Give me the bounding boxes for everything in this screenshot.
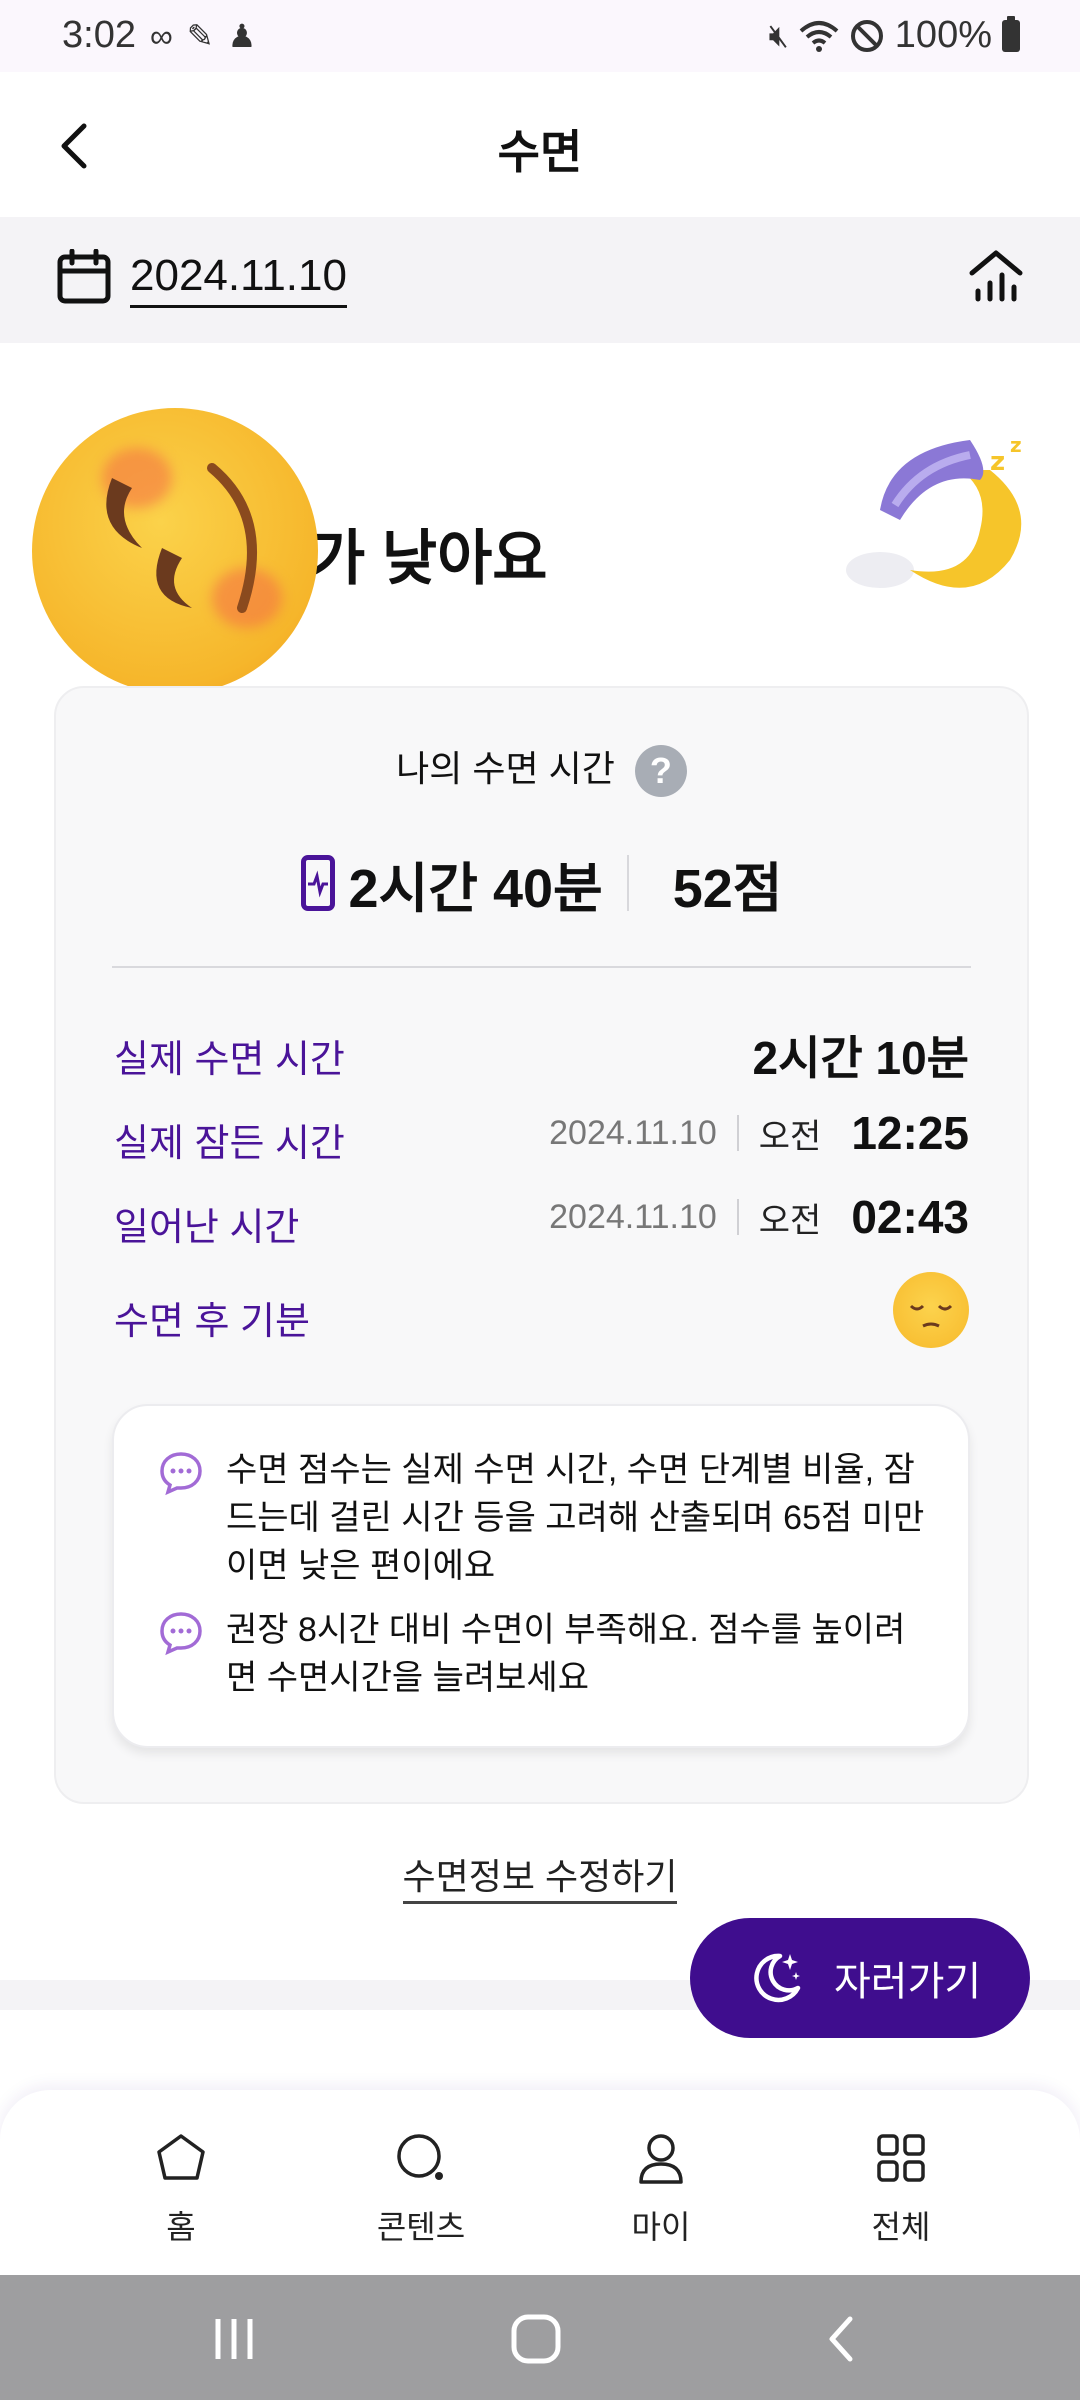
nav-my[interactable]: 마이 [586, 2130, 736, 2248]
sleeping-moon-illustration: z z [846, 433, 1022, 588]
total-sleep-duration: 2시간 40분 [348, 858, 603, 919]
wake-up-value: 2024.11.10 오전 02:43 [549, 1190, 969, 1244]
svg-text:z: z [1010, 433, 1022, 457]
row-time: 02:43 [851, 1191, 969, 1243]
app-notification-icon: ♟ [227, 18, 257, 54]
row-time: 12:25 [851, 1107, 969, 1159]
date-selector[interactable]: 2024.11.10 [130, 251, 347, 308]
battery-icon [1002, 15, 1020, 52]
nav-label: 마이 [631, 2209, 691, 2245]
sleepy-face-icon [893, 1272, 969, 1348]
row-ampm: 오전 [758, 1117, 822, 1156]
status-bar: 3:02 ∞ ✎ ♟ 🔇︎ 100% [0, 0, 1080, 72]
nav-contents[interactable]: 콘텐츠 [346, 2130, 496, 2248]
edit-sleep-info-text[interactable]: 수면정보 수정하기 [402, 1856, 678, 1904]
phone-tracking-icon [300, 855, 335, 911]
divider [112, 966, 971, 968]
grid-icon [877, 2134, 925, 2182]
status-system-icons: 🔇︎ 100% [769, 14, 1020, 57]
divider [626, 855, 629, 911]
row-date: 2024.11.10 [549, 1197, 717, 1236]
row-date: 2024.11.10 [549, 1113, 717, 1152]
divider [736, 1115, 739, 1151]
divider [736, 1199, 739, 1235]
sleep-score: 52점 [672, 858, 783, 919]
home-icon [157, 2134, 205, 2180]
fell-asleep-row: 실제 잠든 시간 2024.11.10 오전 12:25 [114, 1098, 969, 1168]
nav-label: 홈 [166, 2209, 196, 2245]
card-title: 나의 수면 시간 ? [56, 740, 1027, 798]
mute-icon: 🔇︎ [768, 16, 789, 53]
person-icon [639, 2134, 683, 2184]
status-notification-icons: ∞ ✎ ♟ [150, 16, 256, 56]
tip-text: 수면 점수는 실제 수면 시간, 수면 단계별 비율, 잠드는데 걸린 시간 등… [226, 1451, 925, 1585]
battery-percent: 100% [894, 14, 992, 56]
nav-label: 콘텐츠 [376, 2209, 466, 2245]
system-navigation-bar [0, 2275, 1080, 2400]
edit-sleep-info-link: 수면정보 수정하기 [0, 1848, 1080, 1904]
svg-text:z: z [990, 447, 1005, 477]
sleep-summary-card: 나의 수면 시간 ? 2시간 40분 52점 실제 수면 시간 2시간 10분 … [54, 686, 1029, 1804]
app-notification-icon: ✎ [186, 18, 214, 54]
nav-all[interactable]: 전체 [826, 2130, 976, 2248]
actual-sleep-value: 2시간 10분 [752, 1032, 970, 1084]
app-bar: 수면 [0, 72, 1080, 217]
wake-up-row: 일어난 시간 2024.11.10 오전 02:43 [114, 1182, 969, 1252]
chat-bubble-icon [160, 1452, 202, 1496]
do-not-disturb-icon [850, 19, 883, 52]
chat-bubble-icon [160, 1612, 202, 1656]
infinity-icon: ∞ [150, 18, 173, 54]
search-icon [397, 2134, 443, 2180]
sleep-tips-box: 수면 점수는 실제 수면 시간, 수면 단계별 비율, 잠드는데 걸린 시간 등… [112, 1404, 970, 1748]
row-label: 수면 후 기분 [114, 1301, 310, 1343]
bottom-navigation: 홈 콘텐츠 마이 전체 [0, 2090, 1080, 2275]
go-to-sleep-label: 자러가기 [834, 1960, 982, 2004]
tip-item: 권장 8시간 대비 수면이 부족해요. 점수를 높이려면 수면시간을 늘려보세요 [158, 1606, 928, 1702]
actual-sleep-row: 실제 수면 시간 2시간 10분 [114, 1014, 969, 1084]
page-title: 수면 [497, 126, 583, 178]
wifi-icon [799, 20, 839, 52]
calendar-icon[interactable] [56, 249, 112, 305]
date-bar: 2024.11.10 [0, 217, 1080, 343]
recent-apps-button[interactable] [204, 2309, 264, 2369]
tip-text: 권장 8시간 대비 수면이 부족해요. 점수를 높이려면 수면시간을 늘려보세요 [226, 1611, 906, 1697]
row-label: 실제 수면 시간 [114, 1039, 345, 1081]
row-label: 실제 잠든 시간 [114, 1123, 345, 1165]
status-time: 3:02 [62, 14, 136, 56]
nav-label: 전체 [871, 2209, 931, 2245]
stats-icon[interactable] [968, 247, 1024, 307]
sleeping-face-icon [32, 408, 318, 694]
home-button[interactable] [506, 2309, 566, 2369]
mood-row: 수면 후 기분 [114, 1272, 969, 1348]
fell-asleep-value: 2024.11.10 오전 12:25 [549, 1106, 969, 1160]
nav-home[interactable]: 홈 [106, 2130, 256, 2248]
card-title-text: 나의 수면 시간 [396, 748, 615, 789]
row-label: 일어난 시간 [114, 1207, 300, 1249]
row-ampm: 오전 [758, 1201, 822, 1240]
moon-stars-icon [754, 1953, 801, 2003]
help-icon[interactable]: ? [634, 745, 687, 798]
go-to-sleep-button[interactable]: 자러가기 [690, 1918, 1030, 2038]
back-nav-button[interactable] [812, 2309, 872, 2369]
sleep-summary: 2시간 40분 52점 [56, 848, 1027, 919]
tip-item: 수면 점수는 실제 수면 시간, 수면 단계별 비율, 잠드는데 걸린 시간 등… [158, 1446, 928, 1590]
